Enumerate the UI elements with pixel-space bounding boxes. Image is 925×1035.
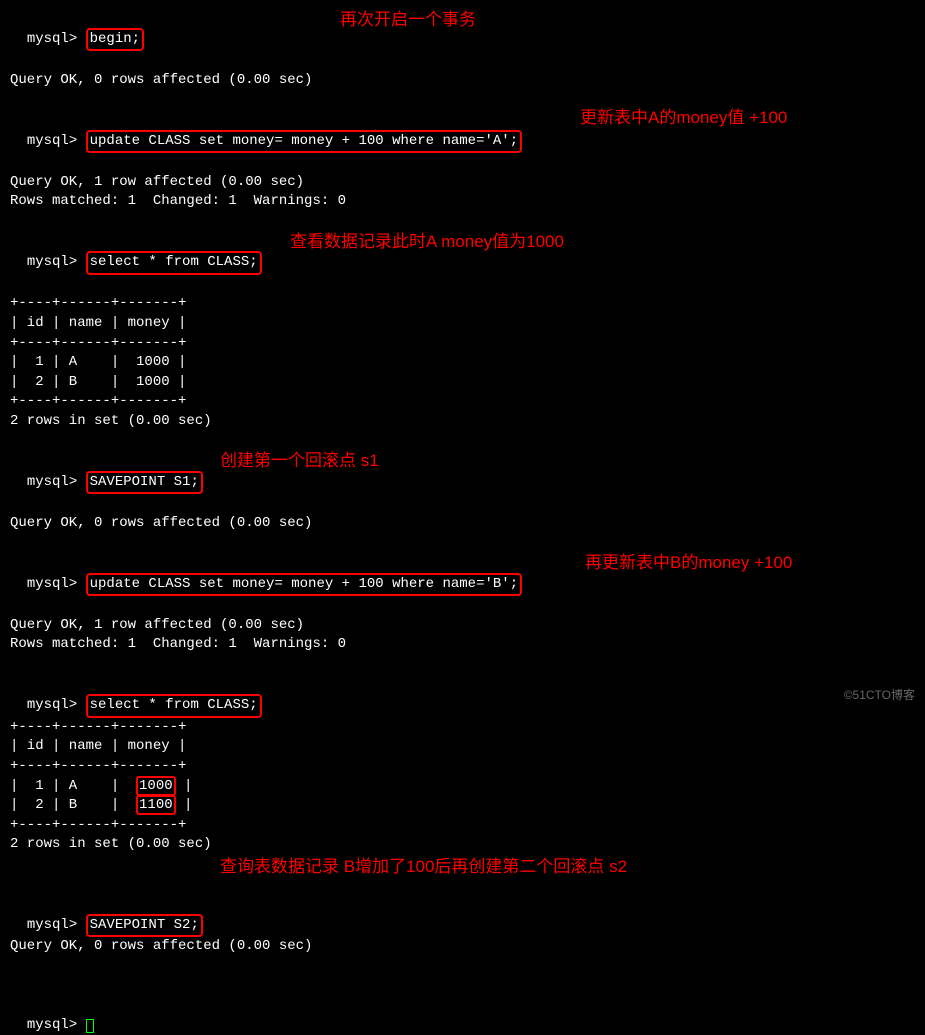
result-savepoint-2: Query OK, 0 rows affected (0.00 sec)	[10, 937, 915, 957]
cmd-select-2: select * from CLASS;	[90, 697, 258, 713]
result-update-a-1: Query OK, 1 row affected (0.00 sec)	[10, 173, 915, 193]
cmd-savepoint-2-line: mysql> SAVEPOINT S2;	[10, 894, 915, 937]
cmd-update-b-highlight: update CLASS set money= money + 100 wher…	[86, 573, 522, 597]
table2-header: | id | name | money |	[10, 737, 915, 757]
table1-summary: 2 rows in set (0.00 sec)	[10, 412, 915, 432]
watermark: ©51CTO博客	[844, 687, 915, 704]
result-update-a-2: Rows matched: 1 Changed: 1 Warnings: 0	[10, 192, 915, 212]
mysql-prompt: mysql>	[27, 1017, 86, 1033]
cmd-select-1-highlight: select * from CLASS;	[86, 251, 262, 275]
cmd-update-b-line: mysql> update CLASS set money= money + 1…	[10, 553, 915, 616]
cmd-update-a-line: mysql> update CLASS set money= money + 1…	[10, 110, 915, 173]
table2-summary: 2 rows in set (0.00 sec)	[10, 835, 915, 855]
table1-border-top: +----+------+-------+	[10, 294, 915, 314]
cmd-select-2-highlight: select * from CLASS;	[86, 694, 262, 718]
mysql-prompt: mysql>	[27, 31, 86, 47]
table2-row-1: | 1 | A | 1000 |	[10, 777, 915, 797]
annotation-update-a: 更新表中A的money值 +100	[580, 106, 787, 130]
cmd-begin-line: mysql> begin; 再次开启一个事务	[10, 8, 915, 71]
mysql-prompt: mysql>	[27, 697, 86, 713]
cmd-savepoint-2-highlight: SAVEPOINT S2;	[86, 914, 203, 938]
result-update-b-1: Query OK, 1 row affected (0.00 sec)	[10, 616, 915, 636]
cmd-select-1: select * from CLASS;	[90, 254, 258, 270]
terminal-cursor[interactable]	[86, 1019, 94, 1033]
annotation-select-2: 查询表数据记录 B增加了100后再创建第二个回滚点 s2	[220, 855, 627, 879]
table1-header: | id | name | money |	[10, 314, 915, 334]
cmd-savepoint-1: SAVEPOINT S1;	[90, 474, 199, 490]
value-a-money: 1000	[136, 776, 176, 796]
mysql-prompt: mysql>	[27, 254, 86, 270]
cmd-begin-highlight: begin;	[86, 28, 144, 52]
cmd-update-a-highlight: update CLASS set money= money + 100 wher…	[86, 130, 522, 154]
table1-border-mid: +----+------+-------+	[10, 334, 915, 354]
cmd-select-1-line: mysql> select * from CLASS; 查看数据记录此时A mo…	[10, 232, 915, 295]
table1-row-1: | 1 | A | 1000 |	[10, 353, 915, 373]
table1-border-bottom: +----+------+-------+	[10, 392, 915, 412]
mysql-prompt: mysql>	[27, 133, 86, 149]
result-begin: Query OK, 0 rows affected (0.00 sec)	[10, 71, 915, 91]
annotation-update-b: 再更新表中B的money +100	[585, 551, 792, 575]
table2-border-mid: +----+------+-------+	[10, 757, 915, 777]
cmd-update-b: update CLASS set money= money + 100 wher…	[90, 576, 518, 592]
mysql-prompt: mysql>	[27, 474, 86, 490]
annotation-select-1: 查看数据记录此时A money值为1000	[290, 230, 564, 254]
cmd-savepoint-1-line: mysql> SAVEPOINT S1; 创建第一个回滚点 s1	[10, 451, 915, 514]
table2-row-2: | 2 | B | 1100 |	[10, 796, 915, 816]
table1-row-2: | 2 | B | 1000 |	[10, 373, 915, 393]
annotation-begin: 再次开启一个事务	[340, 8, 476, 32]
annotation-savepoint-1: 创建第一个回滚点 s1	[220, 449, 379, 473]
cmd-select-2-line: mysql> select * from CLASS;	[10, 675, 915, 718]
cmd-update-a: update CLASS set money= money + 100 wher…	[90, 133, 518, 149]
table2-border-top: +----+------+-------+	[10, 718, 915, 738]
result-savepoint-1: Query OK, 0 rows affected (0.00 sec)	[10, 514, 915, 534]
value-b-money: 1100	[136, 795, 176, 815]
prompt-current-line[interactable]: mysql>	[10, 996, 915, 1035]
table2-border-bottom: +----+------+-------+	[10, 816, 915, 836]
cmd-savepoint-1-highlight: SAVEPOINT S1;	[86, 471, 203, 495]
result-update-b-2: Rows matched: 1 Changed: 1 Warnings: 0	[10, 635, 915, 655]
mysql-prompt: mysql>	[27, 576, 86, 592]
mysql-prompt: mysql>	[27, 917, 86, 933]
cmd-begin: begin;	[90, 31, 140, 47]
cmd-savepoint-2: SAVEPOINT S2;	[90, 917, 199, 933]
